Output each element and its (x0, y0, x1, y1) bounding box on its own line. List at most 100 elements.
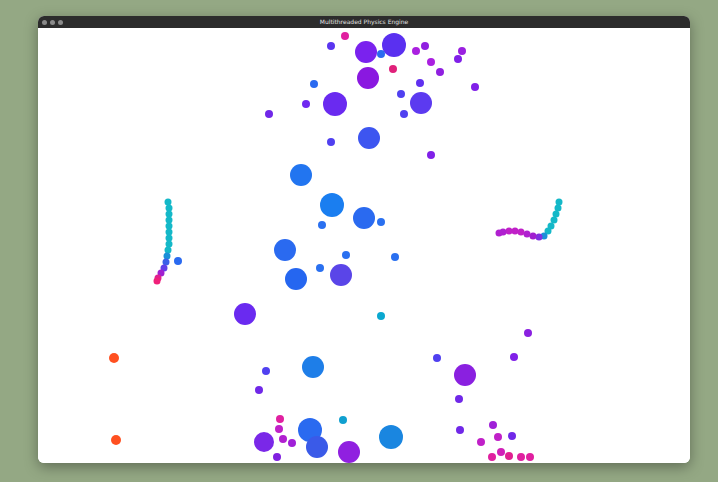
body (377, 218, 385, 226)
body (109, 353, 119, 363)
body (174, 257, 182, 265)
body (339, 416, 347, 424)
body (377, 312, 385, 320)
body (358, 127, 380, 149)
body (454, 55, 462, 63)
body (505, 452, 513, 460)
body (353, 207, 375, 229)
body (265, 110, 273, 118)
chain-link (536, 234, 543, 241)
body (377, 50, 385, 58)
body (412, 47, 420, 55)
body (471, 83, 479, 91)
body (274, 239, 296, 261)
body (316, 264, 324, 272)
chain-link (551, 217, 558, 224)
body (389, 65, 397, 73)
chain-link (164, 253, 171, 260)
body (288, 439, 296, 447)
close-button[interactable] (42, 20, 47, 25)
window-title: Multithreaded Physics Engine (320, 16, 408, 28)
body (510, 353, 518, 361)
minimize-button[interactable] (50, 20, 55, 25)
body (456, 426, 464, 434)
body (400, 110, 408, 118)
body (427, 151, 435, 159)
chain-link (163, 259, 170, 266)
chain-link (166, 241, 173, 248)
chain-link (166, 229, 173, 236)
title-bar: Multithreaded Physics Engine (38, 16, 690, 28)
body (342, 251, 350, 259)
body (285, 268, 307, 290)
chain-link (512, 228, 519, 235)
body (455, 395, 463, 403)
body (273, 453, 281, 461)
body (355, 41, 377, 63)
chain-link (524, 231, 531, 238)
chain-link (165, 199, 172, 206)
body (302, 100, 310, 108)
body (323, 92, 347, 116)
body (526, 453, 534, 461)
chain-link (166, 211, 173, 218)
body (327, 42, 335, 50)
body (421, 42, 429, 50)
body (517, 453, 525, 461)
body (111, 435, 121, 445)
chain-link (556, 199, 563, 206)
body (458, 47, 466, 55)
body (327, 138, 335, 146)
chain-link (518, 229, 525, 236)
chain-link (166, 235, 173, 242)
window-controls (42, 20, 320, 25)
body (320, 193, 344, 217)
chain-link (553, 211, 560, 218)
body (306, 436, 328, 458)
chain-link (496, 230, 503, 237)
body (275, 425, 283, 433)
body (310, 80, 318, 88)
body (410, 92, 432, 114)
body (234, 303, 256, 325)
body (330, 264, 352, 286)
body (436, 68, 444, 76)
chain-link (166, 217, 173, 224)
body (433, 354, 441, 362)
body (427, 58, 435, 66)
desktop: Multithreaded Physics Engine (0, 0, 718, 482)
body (488, 453, 496, 461)
body (391, 253, 399, 261)
chain-link (165, 247, 172, 254)
body (318, 221, 326, 229)
body (497, 448, 505, 456)
body (276, 415, 284, 423)
body (341, 32, 349, 40)
body (357, 67, 379, 89)
chain-link (166, 205, 173, 212)
chain-link (555, 205, 562, 212)
body (454, 364, 476, 386)
chain-link (166, 223, 173, 230)
simulation-canvas[interactable] (38, 28, 690, 463)
body (416, 79, 424, 87)
body (524, 329, 532, 337)
body (290, 164, 312, 186)
zoom-button[interactable] (58, 20, 63, 25)
body (508, 432, 516, 440)
chain-link (530, 233, 537, 240)
body (254, 432, 274, 452)
chain-link (506, 228, 513, 235)
body (255, 386, 263, 394)
body (494, 433, 502, 441)
body (397, 90, 405, 98)
body (477, 438, 485, 446)
body (382, 33, 406, 57)
body (262, 367, 270, 375)
chain-link (154, 278, 161, 285)
app-window: Multithreaded Physics Engine (38, 16, 690, 463)
body (302, 356, 324, 378)
body (279, 435, 287, 443)
body (379, 425, 403, 449)
body (489, 421, 497, 429)
